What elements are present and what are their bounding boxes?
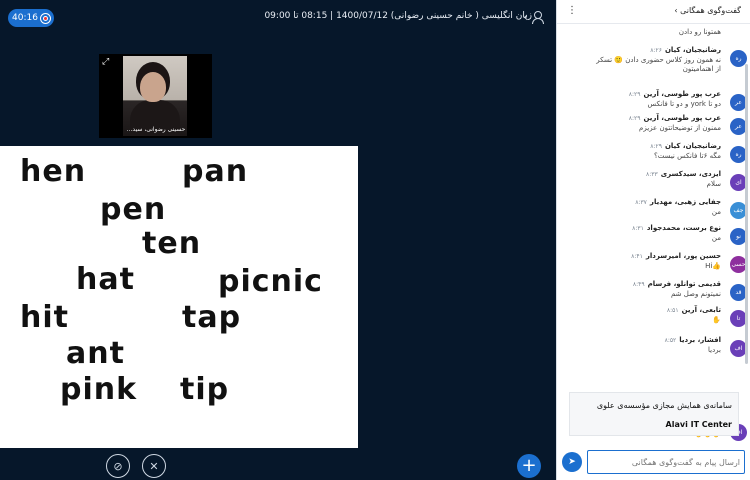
message-sender: عرب پور طوسی، آرین۸:۲۹ <box>629 90 721 98</box>
message-sender: قدیمی توانلو، فرسام۸:۴۹ <box>633 280 721 288</box>
chat-panel: ⋮ گفت‌وگوی همگانی › همتونا رو دادن ره رضا… <box>556 0 750 480</box>
message-sender: حسین پور، امیرسردار۸:۴۱ <box>631 252 721 260</box>
slide-word: tip <box>180 372 230 407</box>
message-text: 👍Hi <box>705 262 721 270</box>
slide-word: tap <box>182 300 242 335</box>
sender-name: عرب پور طوسی، آرین <box>643 114 722 122</box>
fullscreen-icon[interactable]: ⤢ <box>102 57 109 67</box>
pinned-line-1: سامانه‌ی همایش مجازی مؤسسه‌ی علوی <box>596 401 732 410</box>
webcam-user-label: حسینی رضوانی، سید... <box>126 126 186 133</box>
slide-word: pen <box>100 192 167 227</box>
mic-off-icon: ✕ <box>149 459 159 473</box>
slide-word: pan <box>182 154 249 189</box>
message-sender: رضانیجیان، کیان۸:۲۹ <box>650 142 721 150</box>
message-text: ✋ <box>712 316 721 324</box>
camera-off-icon: ⊘ <box>113 459 123 473</box>
timer-text: 40:16 <box>12 13 38 23</box>
message-sender: عرب پور طوسی، آرین۸:۲۹ <box>629 114 721 122</box>
message-time: ۸:۳۳ <box>646 171 658 178</box>
slide-word: hit <box>20 300 69 335</box>
slide-word: ten <box>142 226 202 261</box>
slide-word: pink <box>60 372 138 407</box>
message-time: ۸:۳۱ <box>632 225 644 232</box>
message-text: من <box>711 234 721 242</box>
send-icon: ➤ <box>568 457 576 467</box>
message-time: ۸:۲۹ <box>628 91 641 98</box>
message-sender: ایزدی، سیدکسری۸:۳۳ <box>646 170 721 178</box>
message-sender: تابعی، آرین۸:۵۱ <box>667 306 721 314</box>
slide-word: hen <box>20 154 87 189</box>
pinned-message: سامانه‌ی همایش مجازی مؤسسه‌ی علوی Alavi … <box>569 392 739 436</box>
webcam-person-face <box>140 72 166 102</box>
message-text: نمیتونم وصل شم <box>670 290 721 298</box>
sender-name: تابعی، آرین <box>681 306 721 314</box>
message-text: نه همون روز کلاس حضوری دادن 🙂 تسکر <box>596 56 721 64</box>
chat-header: ⋮ گفت‌وگوی همگانی › <box>557 0 750 24</box>
send-button[interactable]: ➤ <box>562 452 582 472</box>
message-text: همتونا رو دادن <box>678 28 721 36</box>
slide-word: picnic <box>218 264 323 299</box>
sender-name: قدیمی توانلو، فرسام <box>647 280 721 288</box>
slide-word: ant <box>66 336 125 371</box>
close-chevron-icon: › <box>674 6 678 15</box>
message-sender: رضانیجیان، کیان۸:۲۶ <box>650 46 721 54</box>
chat-title[interactable]: گفت‌وگوی همگانی › <box>674 6 741 15</box>
webcam-video[interactable]: ⤢ حسینی رضوانی، سید... <box>99 54 212 138</box>
sender-name: عرب پور طوسی، آرین <box>643 90 722 98</box>
top-bar: 40:16 زبان انگلیسی ( خانم حسینی رضوانی) … <box>0 0 556 36</box>
recording-timer[interactable]: 40:16 <box>8 9 54 27</box>
message-text: دو تا york و دو تا فانکس <box>647 100 721 108</box>
message-sender: جفایی زهبی، مهدیار۸:۳۷ <box>635 198 721 206</box>
presentation-slide: hen pan pen ten hat picnic hit tap ant p… <box>0 146 358 448</box>
chat-message-input[interactable] <box>587 450 745 474</box>
message-time: ۸:۳۷ <box>635 199 647 206</box>
pinned-line-2: Alavi IT Center <box>665 420 732 429</box>
presentation-area: 40:16 زبان انگلیسی ( خانم حسینی رضوانی) … <box>0 0 556 480</box>
sender-name: حسین پور، امیرسردار <box>645 252 721 260</box>
sender-name: ایزدی، سیدکسری <box>660 170 721 178</box>
chevron-left-icon[interactable]: ‹ <box>523 10 528 24</box>
user-list-icon[interactable] <box>530 10 544 24</box>
sender-name: افشار، بردیا <box>679 336 721 344</box>
message-text: من <box>711 208 721 216</box>
actions-plus-button[interactable]: + <box>517 454 541 478</box>
message-text: از اهتمامیتون <box>682 65 721 73</box>
record-icon <box>40 13 50 23</box>
message-text: مگه ۶تا فانکس نیست؟ <box>653 152 721 160</box>
slide-word: hat <box>76 262 135 297</box>
message-time: ۸:۴۹ <box>632 281 645 288</box>
plus-icon: + <box>521 455 537 476</box>
chat-scrollbar[interactable] <box>745 64 748 364</box>
message-text: ممنون از توضیحاتتون عزیزم <box>639 124 721 132</box>
message-time: ۸:۲۹ <box>650 143 662 150</box>
chat-message-list: همتونا رو دادن ره رضانیجیان، کیان۸:۲۶ نه ه… <box>557 24 750 444</box>
sender-name: رضانیجیان، کیان <box>664 142 721 150</box>
message-time: ۸:۵۲ <box>664 337 677 344</box>
sender-name: رضانیجیان، کیان <box>664 46 721 54</box>
message-time: ۸:۴۱ <box>631 253 643 260</box>
message-text: بردیا <box>707 346 721 354</box>
message-time: ۸:۲۹ <box>628 115 641 122</box>
more-options-icon[interactable]: ⋮ <box>567 5 577 16</box>
message-text: سلام <box>706 180 721 188</box>
message-time: ۸:۵۱ <box>666 307 679 314</box>
app-window: 40:16 زبان انگلیسی ( خانم حسینی رضوانی) … <box>0 0 750 480</box>
sender-name: نوع برست، محمدجواد <box>646 224 721 232</box>
message-sender: افشار، بردیا۸:۵۲ <box>665 336 721 344</box>
meeting-title: زبان انگلیسی ( خانم حسینی رضوانی) 1400/0… <box>264 11 532 21</box>
message-time: ۸:۲۶ <box>650 47 662 54</box>
camera-off-button[interactable]: ⊘ <box>106 454 130 478</box>
mic-off-button[interactable]: ✕ <box>142 454 166 478</box>
message-sender: نوع برست، محمدجواد۸:۳۱ <box>632 224 721 232</box>
sender-name: جفایی زهبی، مهدیار <box>649 198 721 206</box>
